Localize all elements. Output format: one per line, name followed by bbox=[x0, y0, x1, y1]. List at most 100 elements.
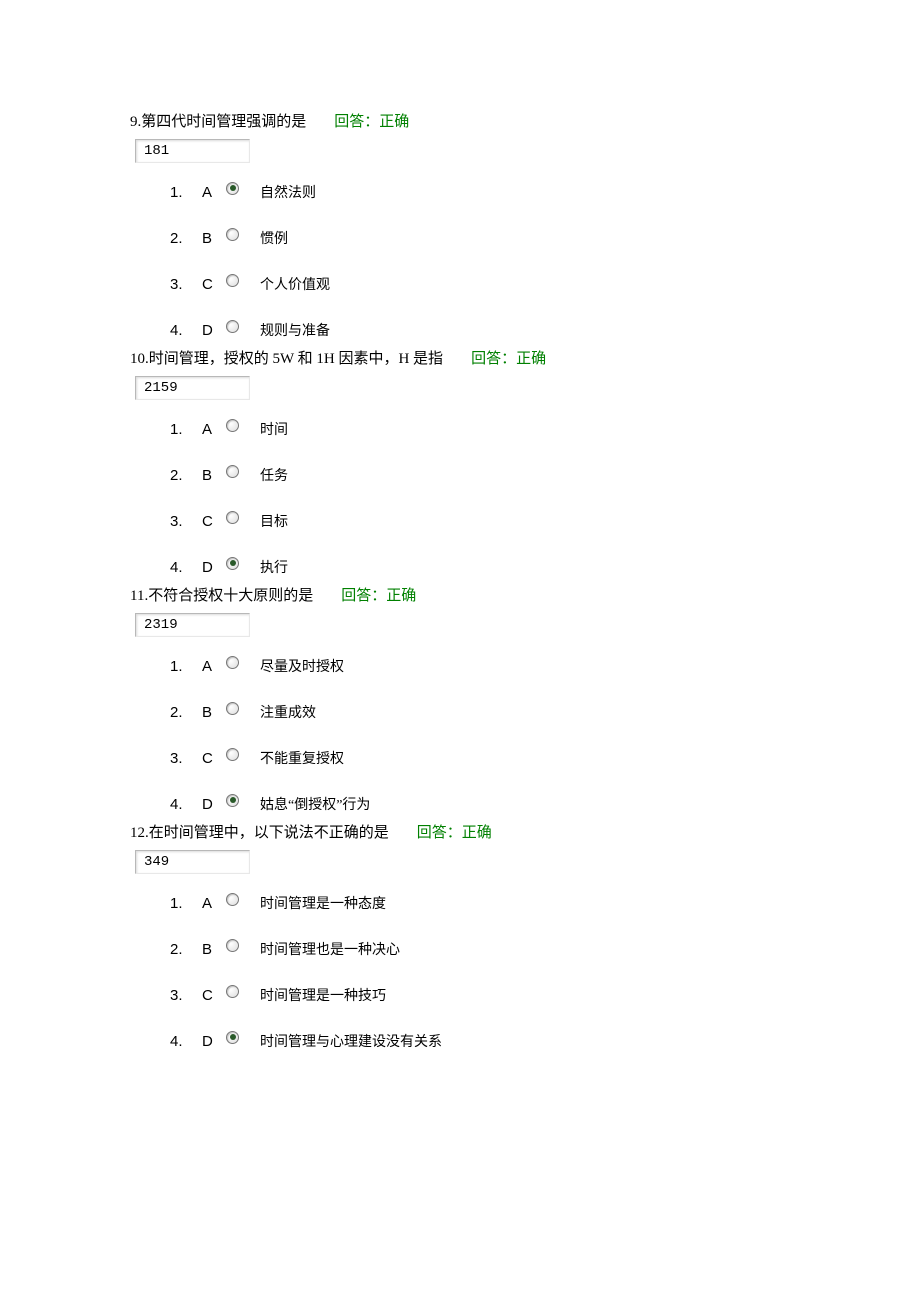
option-number: 1. bbox=[170, 421, 202, 438]
answer-status: 回答：正确 bbox=[341, 584, 416, 605]
question-text: 在时间管理中，以下说法不正确的是 bbox=[149, 821, 389, 842]
radio-wrap bbox=[226, 182, 254, 195]
option-radio[interactable] bbox=[226, 465, 239, 478]
radio-wrap bbox=[226, 557, 254, 570]
option-radio[interactable] bbox=[226, 228, 239, 241]
option-row: 1.A尽量及时授权 bbox=[170, 655, 790, 677]
option-number: 1. bbox=[170, 658, 202, 675]
option-row: 4.D姑息“倒授权”行为 bbox=[170, 793, 790, 815]
option-letter: B bbox=[202, 941, 226, 958]
option-text: 惯例 bbox=[254, 228, 288, 248]
option-number: 1. bbox=[170, 895, 202, 912]
question-number: 10. bbox=[130, 351, 149, 368]
option-radio[interactable] bbox=[226, 274, 239, 287]
question-block: 10.时间管理，授权的 5W 和 1H 因素中，H 是指回答：正确 2159 1.A… bbox=[130, 347, 790, 578]
option-radio[interactable] bbox=[226, 939, 239, 952]
option-list: 1.A自然法则2.B惯例3.C个人价值观4.D规则与准备 bbox=[130, 181, 790, 341]
radio-wrap bbox=[226, 748, 254, 761]
question-title: 10.时间管理，授权的 5W 和 1H 因素中，H 是指回答：正确 bbox=[130, 347, 790, 368]
option-letter: B bbox=[202, 230, 226, 247]
question-number: 11. bbox=[130, 588, 148, 605]
radio-wrap bbox=[226, 465, 254, 478]
option-row: 3.C不能重复授权 bbox=[170, 747, 790, 769]
option-text: 时间管理与心理建设没有关系 bbox=[254, 1031, 442, 1051]
option-radio[interactable] bbox=[226, 893, 239, 906]
option-row: 1.A 自然法则 bbox=[170, 181, 790, 203]
option-number: 2. bbox=[170, 230, 202, 247]
option-radio[interactable] bbox=[226, 748, 239, 761]
option-letter: A bbox=[202, 421, 226, 438]
option-letter: B bbox=[202, 467, 226, 484]
radio-wrap bbox=[226, 939, 254, 952]
radio-wrap bbox=[226, 656, 254, 669]
option-radio[interactable] bbox=[226, 702, 239, 715]
radio-wrap bbox=[226, 274, 254, 287]
option-number: 2. bbox=[170, 704, 202, 721]
option-radio[interactable] bbox=[226, 557, 239, 570]
option-number: 4. bbox=[170, 796, 202, 813]
question-block: 9.第四代时间管理强调的是回答：正确1811.A自然法则2.B惯例3.C个人价值… bbox=[130, 110, 790, 341]
question-text: 不符合授权十大原则的是 bbox=[148, 584, 313, 605]
question-code-input[interactable]: 181 bbox=[135, 139, 250, 163]
option-row: 4.D执行 bbox=[170, 556, 790, 578]
question-code-input[interactable]: 2159 bbox=[135, 376, 250, 400]
option-text: 个人价值观 bbox=[254, 274, 330, 294]
radio-wrap bbox=[226, 1031, 254, 1044]
option-radio[interactable] bbox=[226, 985, 239, 998]
option-text: 时间管理也是一种决心 bbox=[254, 939, 400, 959]
option-row: 2.B 惯例 bbox=[170, 227, 790, 249]
answer-status: 回答：正确 bbox=[417, 821, 492, 842]
option-text: 自然法则 bbox=[254, 182, 316, 202]
option-list: 1.A 时间 2.B任务 3.C目标 4.D执行 bbox=[130, 418, 790, 578]
option-number: 3. bbox=[170, 750, 202, 767]
option-letter: D bbox=[202, 322, 226, 339]
radio-wrap bbox=[226, 985, 254, 998]
option-radio[interactable] bbox=[226, 182, 239, 195]
option-text: 尽量及时授权 bbox=[254, 656, 344, 676]
radio-wrap bbox=[226, 794, 254, 807]
option-text: 时间管理是一种技巧 bbox=[254, 985, 386, 1005]
question-title: 9.第四代时间管理强调的是回答：正确 bbox=[130, 110, 790, 131]
option-row: 3.C目标 bbox=[170, 510, 790, 532]
option-number: 3. bbox=[170, 276, 202, 293]
question-text: 第四代时间管理强调的是 bbox=[141, 110, 306, 131]
option-number: 1. bbox=[170, 184, 202, 201]
option-number: 4. bbox=[170, 559, 202, 576]
option-row: 4.D 时间管理与心理建设没有关系 bbox=[170, 1030, 790, 1052]
option-row: 1.A 时间 bbox=[170, 418, 790, 440]
option-letter: C bbox=[202, 987, 226, 1004]
option-radio[interactable] bbox=[226, 320, 239, 333]
option-number: 3. bbox=[170, 513, 202, 530]
radio-wrap bbox=[226, 228, 254, 241]
option-letter: D bbox=[202, 1033, 226, 1050]
option-letter: A bbox=[202, 895, 226, 912]
option-row: 4.D规则与准备 bbox=[170, 319, 790, 341]
radio-wrap bbox=[226, 893, 254, 906]
radio-wrap bbox=[226, 419, 254, 432]
option-letter: D bbox=[202, 559, 226, 576]
option-text: 注重成效 bbox=[254, 702, 316, 722]
question-code-input[interactable]: 2319 bbox=[135, 613, 250, 637]
option-radio[interactable] bbox=[226, 656, 239, 669]
option-row: 2.B时间管理也是一种决心 bbox=[170, 938, 790, 960]
option-number: 4. bbox=[170, 1033, 202, 1050]
answer-status: 回答：正确 bbox=[334, 110, 409, 131]
question-block: 12.在时间管理中，以下说法不正确的是回答：正确3491.A时间管理是一种态度2… bbox=[130, 821, 790, 1052]
option-text: 不能重复授权 bbox=[254, 748, 344, 768]
option-number: 3. bbox=[170, 987, 202, 1004]
radio-wrap bbox=[226, 320, 254, 333]
option-radio[interactable] bbox=[226, 794, 239, 807]
option-letter: A bbox=[202, 184, 226, 201]
option-radio[interactable] bbox=[226, 419, 239, 432]
answer-status: 回答：正确 bbox=[471, 347, 546, 368]
option-radio[interactable] bbox=[226, 1031, 239, 1044]
option-number: 4. bbox=[170, 322, 202, 339]
question-block: 11.不符合授权十大原则的是回答：正确23191.A尽量及时授权2.B注重成效3… bbox=[130, 584, 790, 815]
option-list: 1.A尽量及时授权2.B注重成效3.C不能重复授权4.D姑息“倒授权”行为 bbox=[130, 655, 790, 815]
option-row: 2.B任务 bbox=[170, 464, 790, 486]
option-text: 时间 bbox=[254, 419, 288, 439]
option-text: 时间管理是一种态度 bbox=[254, 893, 386, 913]
radio-wrap bbox=[226, 511, 254, 524]
question-code-input[interactable]: 349 bbox=[135, 850, 250, 874]
option-radio[interactable] bbox=[226, 511, 239, 524]
